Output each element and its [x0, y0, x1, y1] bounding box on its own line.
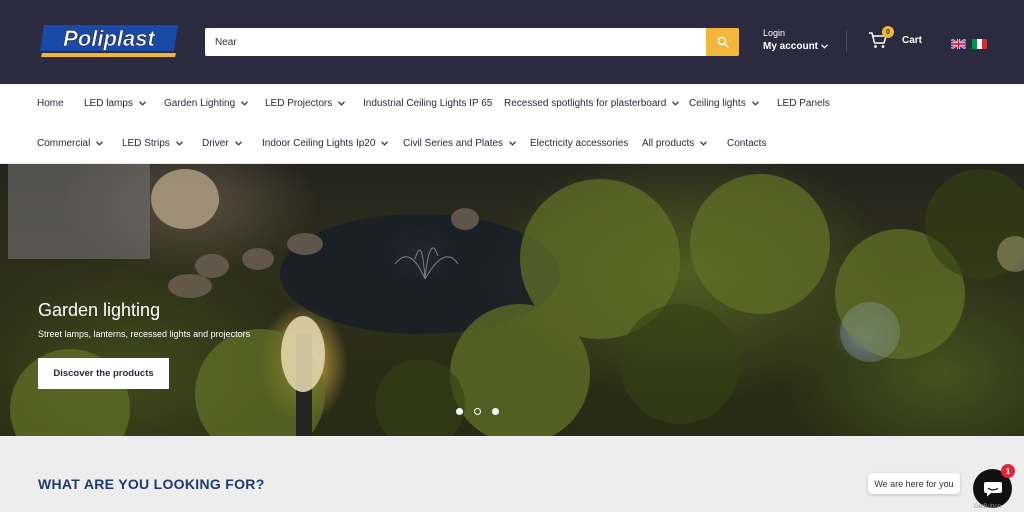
- nav-item-garden-lighting[interactable]: Garden Lighting: [164, 93, 249, 113]
- nav-item-label: Recessed spotlights for plasterboard: [504, 97, 667, 109]
- chevron-down-icon: [509, 140, 516, 146]
- chevron-down-icon: [175, 140, 183, 146]
- nav-item-label: Ceiling lights: [689, 97, 746, 109]
- account-menu[interactable]: Login My account: [763, 28, 828, 52]
- search-bar: [205, 28, 739, 56]
- nav-item-driver[interactable]: Driver: [202, 133, 242, 153]
- nav-item-contacts[interactable]: Contacts: [727, 133, 766, 153]
- slide-dot-3[interactable]: [492, 408, 499, 415]
- chat-widget-credit[interactable]: GetButton: [974, 504, 1001, 510]
- chevron-down-icon: [96, 140, 104, 146]
- nav-item-label: LED Projectors: [265, 97, 333, 109]
- svg-text:Poliplast: Poliplast: [63, 26, 156, 51]
- nav-item-label: Driver: [202, 137, 229, 149]
- nav-item-electricity-accessories[interactable]: Electricity accessories: [530, 133, 628, 153]
- chat-icon: [983, 481, 1002, 496]
- nav-item-label: LED Strips: [122, 137, 170, 149]
- uk-flag-icon[interactable]: [950, 36, 967, 50]
- main-navigation: Home LED lamps Garden Lighting LED Proje…: [0, 84, 1024, 164]
- nav-item-label: Civil Series and Plates: [403, 137, 504, 149]
- nav-item-label: Commercial: [37, 137, 91, 149]
- search-icon: [717, 36, 729, 48]
- cart-link[interactable]: 0 Cart: [868, 26, 923, 50]
- nav-item-label: Indoor Ceiling Lights Ip20: [262, 137, 376, 149]
- nav-row-secondary: Commercial LED Strips Driver Indoor Ceil…: [0, 133, 1024, 153]
- my-account-label: My account: [763, 41, 819, 52]
- site-header: Poliplast Login My account 0 Cart: [0, 0, 1024, 84]
- my-account-link[interactable]: My account: [763, 41, 828, 52]
- hero-subtitle: Street lamps, lanterns, recessed lights …: [38, 329, 251, 339]
- nav-item-label: Industrial Ceiling Lights IP 65: [363, 97, 493, 109]
- slide-dot-1[interactable]: [456, 408, 463, 415]
- nav-item-led-lamps[interactable]: LED lamps: [84, 93, 146, 113]
- cart-icon: 0: [868, 26, 894, 50]
- nav-item-label: Electricity accessories: [530, 137, 629, 149]
- italy-flag-icon[interactable]: [972, 36, 987, 49]
- slide-dot-2[interactable]: [474, 408, 481, 415]
- chevron-down-icon: [751, 100, 759, 106]
- hero-title: Garden lighting: [38, 300, 161, 320]
- cart-count-badge: 0: [882, 26, 894, 38]
- nav-item-led-strips[interactable]: LED Strips: [122, 133, 183, 153]
- nav-item-indoor-ceiling-lights[interactable]: Indoor Ceiling Lights Ip20: [262, 133, 389, 153]
- login-link[interactable]: Login: [763, 28, 828, 38]
- chevron-down-icon: [381, 140, 389, 146]
- chat-notification-badge: 1: [1001, 464, 1015, 478]
- chat-greeting-bubble[interactable]: We are here for you: [868, 473, 960, 494]
- search-button[interactable]: [706, 28, 739, 56]
- chevron-down-icon: [241, 100, 249, 106]
- nav-item-industrial-ceiling-lights[interactable]: Industrial Ceiling Lights IP 65: [363, 93, 492, 113]
- nav-item-label: Contacts: [727, 137, 767, 149]
- chevron-down-icon: [700, 140, 708, 146]
- nav-item-ceiling-lights[interactable]: Ceiling lights: [689, 93, 759, 113]
- nav-item-label: Home: [37, 97, 64, 109]
- cart-label: Cart: [902, 34, 923, 46]
- nav-item-led-panels[interactable]: LED Panels: [777, 93, 830, 113]
- hero-slideshow: Garden lighting Street lamps, lanterns, …: [0, 164, 1024, 436]
- slideshow-pagination: [456, 408, 499, 415]
- chevron-down-icon: [234, 140, 242, 146]
- chevron-down-icon: [672, 100, 680, 106]
- nav-row-primary: Home LED lamps Garden Lighting LED Proje…: [0, 93, 1024, 113]
- brand-logo[interactable]: Poliplast: [38, 21, 180, 61]
- nav-item-led-projectors[interactable]: LED Projectors: [265, 93, 346, 113]
- chevron-down-icon: [338, 100, 346, 106]
- search-input[interactable]: [205, 28, 705, 56]
- discover-products-button[interactable]: Discover the products: [38, 358, 169, 389]
- nav-item-label: LED lamps: [84, 97, 133, 109]
- nav-item-label: LED Panels: [777, 97, 830, 109]
- section-title: WHAT ARE YOU LOOKING FOR?: [38, 476, 265, 492]
- header-divider: [846, 30, 847, 52]
- nav-item-all-products[interactable]: All products: [642, 133, 708, 153]
- chevron-down-icon: [138, 100, 146, 106]
- nav-item-recessed-spotlights[interactable]: Recessed spotlights for plasterboard: [504, 93, 680, 113]
- nav-item-home[interactable]: Home: [37, 93, 64, 113]
- nav-item-civil-series[interactable]: Civil Series and Plates: [403, 133, 516, 153]
- nav-item-commercial[interactable]: Commercial: [37, 133, 104, 153]
- chevron-down-icon: [821, 44, 828, 49]
- nav-item-label: Garden Lighting: [164, 97, 236, 109]
- nav-item-label: All products: [642, 137, 695, 149]
